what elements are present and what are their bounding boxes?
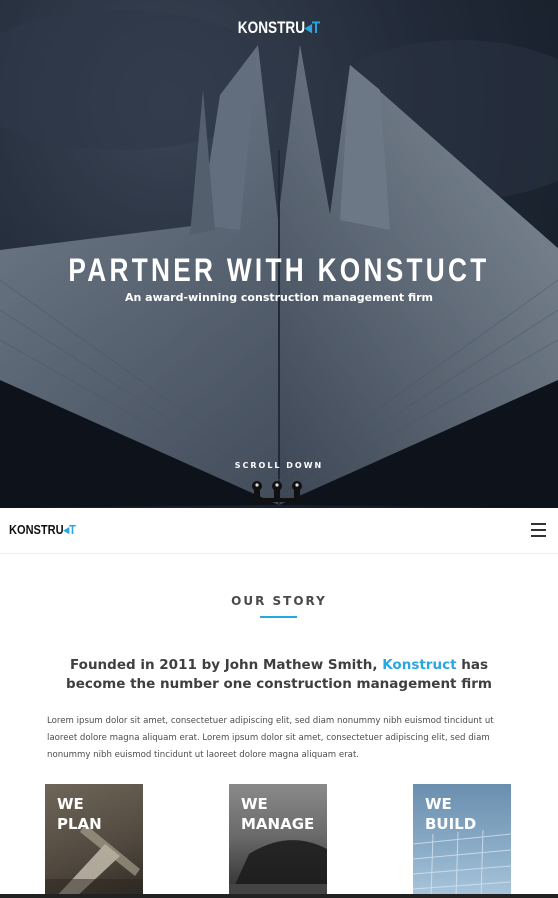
- navbar-logo[interactable]: KONSTRU◂T: [9, 522, 76, 538]
- hero-logo-mark: ◂T: [305, 18, 321, 37]
- scroll-down-icon[interactable]: [251, 478, 307, 506]
- bottom-bar: [0, 894, 558, 898]
- card-we-manage[interactable]: WE MANAGE: [229, 784, 327, 898]
- hero-subtitle: An award-winning construction management…: [124, 291, 434, 304]
- card-we-plan[interactable]: WE PLAN: [45, 784, 143, 898]
- card-label: WE MANAGE: [241, 794, 314, 834]
- card-label-line1: WE: [425, 795, 452, 813]
- hero-section: KONSTRU◂T PARTNER WITH KONSTUCT An award…: [0, 0, 558, 508]
- hamburger-icon[interactable]: [531, 523, 546, 537]
- card-we-build[interactable]: WE BUILD: [413, 784, 511, 898]
- hero-logo[interactable]: KONSTRU◂T: [56, 18, 502, 38]
- navbar-logo-mark: ◂T: [63, 522, 76, 537]
- story-body: Lorem ipsum dolor sit amet, consectetuer…: [47, 716, 494, 760]
- navbar: KONSTRU◂T: [0, 508, 558, 554]
- headline-text: Founded in 2011 by John Mathew Smith,: [70, 657, 383, 673]
- story-headline: Founded in 2011 by John Mathew Smith, Ko…: [40, 656, 518, 694]
- card-label: WE PLAN: [57, 794, 102, 834]
- card-label-line2: MANAGE: [241, 815, 315, 833]
- card-label-line2: BUILD: [425, 815, 477, 833]
- hero-title: PARTNER WITH KONSTUCT: [68, 252, 490, 288]
- card-label-line2: PLAN: [57, 815, 102, 833]
- navbar-logo-text: KONSTRU: [9, 522, 64, 537]
- scroll-down-label[interactable]: SCROLL DOWN: [0, 461, 558, 470]
- card-label: WE BUILD: [425, 794, 476, 834]
- card-label-line1: WE: [241, 795, 268, 813]
- card-label-line1: WE: [57, 795, 84, 813]
- section-title-underline: [260, 616, 297, 618]
- hero-logo-text: KONSTRU: [237, 18, 306, 37]
- headline-accent: Konstruct: [382, 657, 457, 673]
- section-title: OUR STORY: [231, 594, 327, 608]
